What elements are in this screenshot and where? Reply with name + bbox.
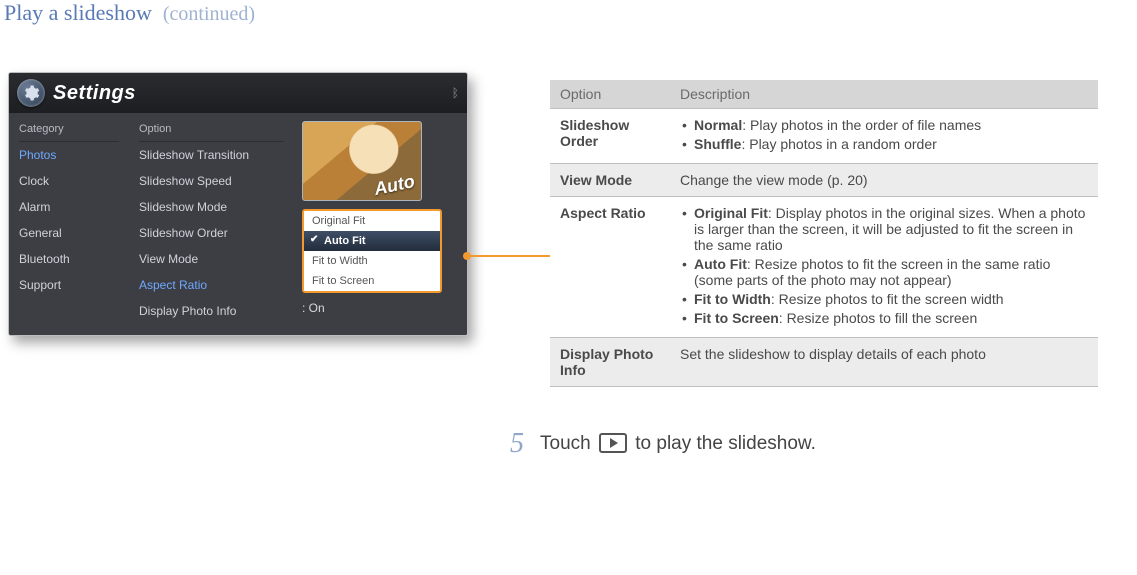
aspect-ratio-dropdown[interactable]: Original FitAuto FitFit to WidthFit to S…: [302, 209, 442, 293]
table-row: Slideshow Order Normal: Play photos in th…: [550, 109, 1098, 164]
category-item[interactable]: Clock: [19, 168, 119, 194]
description-bullet: Shuffle: Play photos in a random order: [694, 136, 1088, 152]
table-row: Aspect Ratio Original Fit: Display photos…: [550, 197, 1098, 338]
display-photo-info-value: : On: [302, 301, 457, 315]
option-name-cell: Slideshow Order: [550, 109, 670, 164]
step-text-before: Touch: [540, 433, 596, 454]
photo-thumbnail: Auto: [302, 121, 422, 201]
option-description-cell: Normal: Play photos in the order of file…: [670, 109, 1098, 164]
description-bullet: Fit to Screen: Resize photos to fill the…: [694, 310, 1088, 326]
thumbnail-auto-label: Auto: [372, 171, 416, 200]
options-description-table: Option Description Slideshow Order Normal…: [550, 80, 1098, 387]
page-title-continued: (continued): [163, 3, 255, 25]
option-item[interactable]: Display Photo Info: [139, 298, 284, 324]
option-item[interactable]: Aspect Ratio: [139, 272, 284, 298]
aspect-ratio-option[interactable]: Fit to Screen: [304, 271, 440, 291]
option-item[interactable]: Slideshow Order: [139, 220, 284, 246]
gear-icon: [17, 79, 45, 107]
aspect-ratio-option[interactable]: Fit to Width: [304, 251, 440, 271]
table-head-option: Option: [550, 80, 670, 109]
option-name-cell: View Mode: [550, 164, 670, 197]
preview-pane: Auto Original FitAuto FitFit to WidthFit…: [294, 113, 467, 335]
step-text-after: to play the slideshow.: [635, 433, 816, 454]
bluetooth-icon: ᛒ: [452, 86, 459, 100]
callout-connector-line: [468, 255, 550, 257]
settings-title: Settings: [53, 82, 136, 105]
page-title: Play a slideshow (continued): [4, 0, 255, 26]
description-bullet: Fit to Width: Resize photos to fit the s…: [694, 291, 1088, 307]
device-settings-panel: Settings ᛒ Category PhotosClockAlarmGene…: [8, 72, 468, 336]
option-description-cell: Set the slideshow to display details of …: [670, 338, 1098, 387]
category-column: Category PhotosClockAlarmGeneralBluetoot…: [9, 113, 129, 335]
step-number: 5: [510, 428, 524, 460]
table-row: View ModeChange the view mode (p. 20): [550, 164, 1098, 197]
option-name-cell: Display Photo Info: [550, 338, 670, 387]
option-header: Option: [139, 119, 284, 142]
aspect-ratio-option[interactable]: Auto Fit: [304, 231, 440, 251]
table-head-description: Description: [670, 80, 1098, 109]
option-item[interactable]: Slideshow Transition: [139, 142, 284, 168]
option-item[interactable]: Slideshow Mode: [139, 194, 284, 220]
option-column: Option Slideshow TransitionSlideshow Spe…: [129, 113, 294, 335]
category-item[interactable]: Bluetooth: [19, 246, 119, 272]
page-title-main: Play a slideshow: [4, 0, 152, 25]
settings-titlebar: Settings ᛒ: [9, 73, 467, 113]
aspect-ratio-option[interactable]: Original Fit: [304, 211, 440, 231]
category-item[interactable]: General: [19, 220, 119, 246]
option-description-cell: Change the view mode (p. 20): [670, 164, 1098, 197]
option-description-cell: Original Fit: Display photos in the orig…: [670, 197, 1098, 338]
category-item[interactable]: Photos: [19, 142, 119, 168]
description-bullet: Auto Fit: Resize photos to fit the scree…: [694, 256, 1088, 288]
category-item[interactable]: Support: [19, 272, 119, 298]
table-row: Display Photo InfoSet the slideshow to d…: [550, 338, 1098, 387]
description-bullet: Original Fit: Display photos in the orig…: [694, 205, 1088, 253]
category-header: Category: [19, 119, 119, 142]
option-name-cell: Aspect Ratio: [550, 197, 670, 338]
step-instruction: 5 Touch to play the slideshow.: [510, 428, 816, 460]
description-bullet: Normal: Play photos in the order of file…: [694, 117, 1088, 133]
category-item[interactable]: Alarm: [19, 194, 119, 220]
option-item[interactable]: View Mode: [139, 246, 284, 272]
option-item[interactable]: Slideshow Speed: [139, 168, 284, 194]
play-icon: [599, 433, 627, 453]
